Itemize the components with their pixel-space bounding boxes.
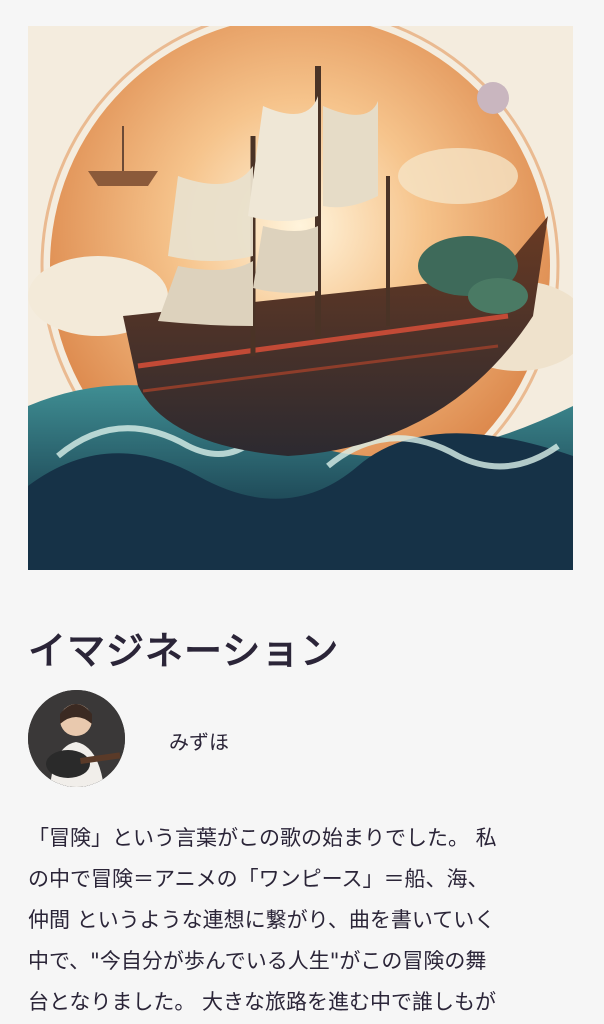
description-line: 中で、"今自分が歩んでいる人生"がこの冒険の舞 — [28, 949, 487, 973]
author-row[interactable]: みずほ — [28, 690, 576, 788]
song-title: イマジネーション — [28, 629, 340, 673]
description-line: 「冒険」という言葉がこの歌の始まりでした。 私 — [28, 826, 497, 850]
song-description: 「冒険」という言葉がこの歌の始まりでした。 私 の中で冒険＝アニメの「ワンピース… — [28, 818, 576, 1023]
description-line: 仲間 というような連想に繋がり、曲を書いていく — [28, 908, 496, 932]
ship-illustration — [28, 26, 573, 570]
description-line: の中で冒険＝アニメの「ワンピース」＝船、海、 — [28, 867, 489, 891]
author-photo — [28, 690, 125, 787]
description-line: 台となりました。 大きな旅路を進む中で誰しもが — [28, 990, 497, 1014]
cover-artwork — [28, 26, 573, 570]
song-page: イマジネーション みずほ 「冒険」という言葉がこの歌の始まりでした。 私 の中で… — [0, 0, 604, 1024]
author-name[interactable]: みずほ — [169, 726, 229, 755]
avatar[interactable] — [28, 690, 125, 787]
